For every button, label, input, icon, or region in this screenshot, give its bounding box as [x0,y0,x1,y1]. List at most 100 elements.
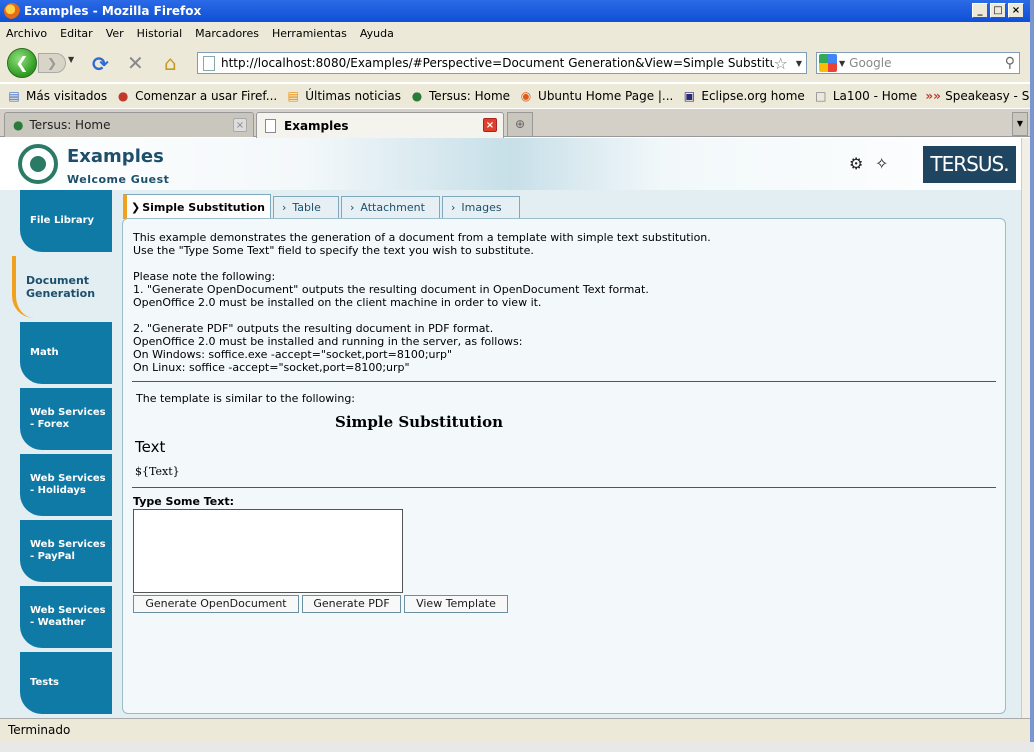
welcome-message: Welcome Guest [67,173,170,186]
arrow-left-icon: ❮ [15,53,29,72]
app-title: Examples [67,146,164,167]
content-panel: This example demonstrates the generation… [122,218,1006,714]
tab-simple-substitution[interactable]: ❯ Simple Substitution [123,194,271,219]
stop-icon[interactable]: ✕ [127,51,144,75]
brand-logo: TERSUS. [923,146,1016,183]
template-heading: Text [135,438,166,456]
bookmark-tersus-home[interactable]: ● Tersus: Home [409,89,510,103]
minimize-button[interactable]: _ [972,3,988,18]
settings-icon[interactable]: ⚙ [849,154,863,173]
bookmark-most-visited[interactable]: ▤ Más visitados [6,89,107,103]
window-border [0,742,1034,752]
template-variable: ${Text} [135,465,180,478]
bookmark-latest-news[interactable]: ▤ Últimas noticias [285,89,401,103]
status-bar: Terminado [0,718,1030,742]
window-title: Examples - Mozilla Firefox [24,4,202,18]
search-bar[interactable]: ▼ Google ⚲ [816,52,1020,74]
chevron-right-icon: › [350,201,355,214]
generate-opendocument-button[interactable]: Generate OpenDocument [133,595,299,613]
plus-icon: ⊕ [514,117,526,131]
window-titlebar: Examples - Mozilla Firefox _ □ × [0,0,1030,22]
app-header: Examples Welcome Guest ⚙ ✧ TERSUS. [0,138,1021,190]
sidebar-item-file-library[interactable]: File Library [20,190,112,252]
close-window-button[interactable]: × [1008,3,1024,18]
tab-close-icon[interactable]: × [483,118,497,132]
tab-attachment[interactable]: › Attachment [341,196,440,218]
bookmark-ubuntu[interactable]: ◉ Ubuntu Home Page |... [518,89,674,103]
bookmark-speakeasy[interactable]: »»Speakeasy - Speed T... [925,89,1030,103]
browser-tab-tersus-home[interactable]: ● Tersus: Home × [4,112,254,137]
home-icon[interactable]: ⌂ [164,51,177,75]
sidebar-item-math[interactable]: Math [20,322,112,384]
sidebar-item-tests[interactable]: Tests [20,652,112,714]
example-description: This example demonstrates the generation… [133,231,711,374]
template-intro: The template is similar to the following… [136,392,356,405]
menu-marcadores[interactable]: Marcadores [195,27,259,40]
history-dropdown-icon[interactable]: ▼ [68,55,74,64]
page-icon [203,55,215,71]
menu-historial[interactable]: Historial [137,27,182,40]
window-border [1030,0,1034,752]
rss-icon: ▤ [287,89,299,103]
disconnect-icon[interactable]: ✧ [875,154,888,173]
sidebar-item-web-services-paypal[interactable]: Web Services - PayPal [20,520,112,582]
url-dropdown-icon[interactable]: ▼ [796,59,802,68]
tab-images[interactable]: › Images [442,196,520,218]
status-text: Terminado [8,723,71,737]
arrow-right-icon: ❯ [46,56,58,70]
text-field-label: Type Some Text: [133,495,235,508]
menu-ayuda[interactable]: Ayuda [360,27,394,40]
page-icon [265,118,276,133]
tersus-icon: ● [13,118,24,132]
tab-list-dropdown-icon[interactable]: ▼ [1012,112,1028,136]
tab-close-icon[interactable]: × [233,118,247,132]
navigation-toolbar: ❮ ❯ ▼ ⟳ ✕ ⌂ http://localhost:8080/Exampl… [0,44,1030,82]
chevron-right-icon: ❯ [131,200,141,214]
ubuntu-icon: ◉ [520,89,532,103]
menu-editar[interactable]: Editar [60,27,93,40]
new-tab-button[interactable]: ⊕ [507,112,533,136]
menu-bar: Archivo Editar Ver Historial Marcadores … [0,22,1030,44]
page-icon: □ [815,89,827,103]
reload-icon[interactable]: ⟳ [92,52,109,76]
view-template-button[interactable]: View Template [404,595,508,613]
back-button[interactable]: ❮ [7,48,37,78]
divider [132,381,996,382]
divider [132,487,996,488]
maximize-button[interactable]: □ [990,3,1006,18]
folder-icon: ▤ [8,89,20,103]
bookmarks-toolbar: ▤ Más visitados ● Comenzar a usar Firef...… [0,84,1030,108]
search-engine-dropdown-icon[interactable]: ▼ [839,59,845,68]
menu-herramientas[interactable]: Herramientas [272,27,347,40]
tersus-icon: ● [411,89,423,103]
sidebar-item-web-services-holidays[interactable]: Web Services - Holidays [20,454,112,516]
sidebar-item-web-services-weather[interactable]: Web Services - Weather [20,586,112,648]
menu-ver[interactable]: Ver [106,27,124,40]
bookmark-eclipse[interactable]: ▣ Eclipse.org home [681,89,805,103]
generate-pdf-button[interactable]: Generate PDF [302,595,401,613]
search-icon[interactable]: ⚲ [1005,55,1015,71]
speakeasy-icon: »» [925,89,941,103]
bookmark-getting-started[interactable]: ● Comenzar a usar Firef... [115,89,277,103]
tab-table[interactable]: › Table [273,196,339,218]
sidebar-item-document-generation[interactable]: Document Generation [12,256,112,318]
menu-archivo[interactable]: Archivo [6,27,47,40]
firefox-bookmark-icon: ● [117,89,129,103]
eclipse-icon: ▣ [683,89,696,103]
page-scrollbar[interactable] [1021,138,1030,718]
browser-tab-examples[interactable]: Examples × [256,112,504,138]
url-bar[interactable]: http://localhost:8080/Examples/#Perspect… [197,52,807,74]
template-title: Simple Substitution [335,413,504,431]
google-icon[interactable] [819,54,837,72]
url-input[interactable]: http://localhost:8080/Examples/#Perspect… [221,56,774,70]
chevron-right-icon: › [451,201,456,214]
search-input[interactable]: Google [849,56,1005,70]
forward-button[interactable]: ❯ [38,53,66,73]
some-text-input[interactable] [133,509,403,593]
page-content: Examples Welcome Guest ⚙ ✧ TERSUS. File … [0,138,1021,718]
window-controls: _ □ × [972,3,1024,18]
bookmark-star-icon[interactable]: ☆ [774,54,788,73]
sidebar-item-web-services-forex[interactable]: Web Services - Forex [20,388,112,450]
tersus-logo-icon [18,144,58,184]
bookmark-la100[interactable]: □ La100 - Home [813,89,917,103]
